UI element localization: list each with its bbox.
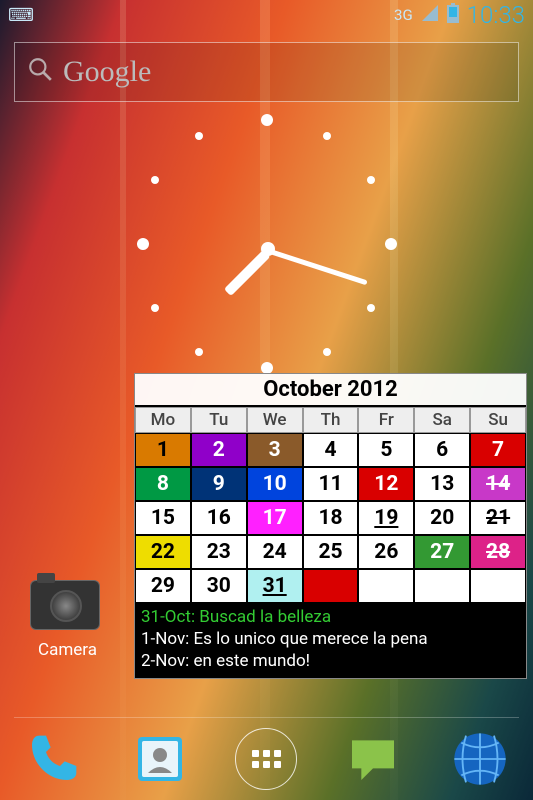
calendar-cell[interactable]: 29 [135, 569, 191, 603]
calendar-day-header: Tu [191, 407, 247, 433]
network-type: 3G [394, 6, 413, 24]
calendar-cell[interactable]: 23 [191, 535, 247, 569]
calendar-cell[interactable]: 4 [470, 569, 526, 603]
calendar-cell[interactable]: 19 [358, 501, 414, 535]
clock-tick [323, 132, 331, 140]
calendar-cell[interactable]: 17 [247, 501, 303, 535]
calendar-cell[interactable]: 21 [470, 501, 526, 535]
calendar-cell[interactable]: 4 [303, 433, 359, 467]
clock-tick-3 [385, 238, 397, 250]
calendar-cell[interactable]: 22 [135, 535, 191, 569]
calendar-cell[interactable]: 13 [414, 467, 470, 501]
clock-center [261, 242, 275, 256]
camera-icon [30, 580, 100, 630]
calendar-day-header: Sa [414, 407, 470, 433]
analog-clock-widget[interactable] [137, 118, 397, 378]
signal-icon [421, 4, 439, 27]
search-placeholder: Google [63, 55, 151, 89]
calendar-cell[interactable]: 14 [470, 467, 526, 501]
calendar-cell[interactable]: 15 [135, 501, 191, 535]
calendar-cell[interactable]: 2 [358, 569, 414, 603]
calendar-cell[interactable]: 7 [470, 433, 526, 467]
calendar-cell[interactable]: 1 [135, 433, 191, 467]
contacts-app[interactable] [129, 728, 191, 790]
calendar-event-line: 2-Nov: en este mundo! [141, 650, 520, 672]
clock-tick-9 [137, 238, 149, 250]
calendar-cell[interactable]: 25 [303, 535, 359, 569]
calendar-cell[interactable]: 27 [414, 535, 470, 569]
hour-hand [223, 249, 270, 296]
calendar-cell[interactable]: 28 [470, 535, 526, 569]
messaging-app[interactable] [342, 728, 404, 790]
wallpaper-stripe [120, 0, 126, 800]
calendar-cell[interactable]: 12 [358, 467, 414, 501]
clock-tick [195, 132, 203, 140]
clock-tick [323, 348, 331, 356]
calendar-cell[interactable]: 31 [247, 569, 303, 603]
calendar-cell[interactable]: 30 [191, 569, 247, 603]
calendar-day-header: Th [303, 407, 359, 433]
calendar-day-header: Mo [135, 407, 191, 433]
calendar-cell[interactable]: 26 [358, 535, 414, 569]
minute-hand [266, 248, 367, 285]
clock-tick-12 [261, 114, 273, 126]
calendar-cell[interactable]: 20 [414, 501, 470, 535]
calendar-widget[interactable]: October 2012 MoTuWeThFrSaSu1234567891011… [134, 373, 527, 679]
clock-tick [151, 176, 159, 184]
apps-button[interactable] [235, 728, 297, 790]
calendar-cell[interactable]: 18 [303, 501, 359, 535]
browser-app[interactable] [449, 728, 511, 790]
calendar-cell[interactable]: 2 [191, 433, 247, 467]
status-bar[interactable]: ⌨ 3G 10:33 [0, 0, 533, 30]
calendar-event-line: 31-Oct: Buscad la belleza [141, 606, 520, 628]
calendar-cell[interactable]: 24 [247, 535, 303, 569]
search-icon [27, 56, 53, 89]
calendar-day-header: Su [470, 407, 526, 433]
status-time: 10:33 [467, 1, 525, 29]
calendar-cell[interactable]: 3 [414, 569, 470, 603]
calendar-cell[interactable]: 11 [303, 467, 359, 501]
clock-tick [195, 348, 203, 356]
phone-app[interactable] [22, 728, 84, 790]
calendar-cell[interactable]: 10 [247, 467, 303, 501]
calendar-cell[interactable]: 9 [191, 467, 247, 501]
calendar-cell[interactable]: 6 [414, 433, 470, 467]
calendar-event-line: 1-Nov: Es lo unico que merece la pena [141, 628, 520, 650]
calendar-day-header: We [247, 407, 303, 433]
google-search-widget[interactable]: Google [14, 42, 519, 102]
battery-icon [447, 3, 459, 28]
clock-tick [151, 304, 159, 312]
calendar-cell[interactable]: 3 [247, 433, 303, 467]
apps-icon [235, 728, 297, 790]
calendar-cell[interactable]: 1 [303, 569, 359, 603]
calendar-title: October 2012 [135, 374, 526, 405]
keyboard-indicator-icon: ⌨ [8, 5, 34, 26]
calendar-events: 31-Oct: Buscad la belleza1-Nov: Es lo un… [135, 603, 526, 678]
camera-label: Camera [30, 640, 105, 660]
camera-shortcut[interactable]: Camera [30, 580, 105, 660]
calendar-cell[interactable]: 16 [191, 501, 247, 535]
calendar-grid: MoTuWeThFrSaSu12345678910111213141516171… [135, 405, 526, 603]
clock-tick [367, 176, 375, 184]
calendar-cell[interactable]: 8 [135, 467, 191, 501]
calendar-day-header: Fr [358, 407, 414, 433]
dock [0, 718, 533, 800]
calendar-cell[interactable]: 5 [358, 433, 414, 467]
clock-tick [367, 304, 375, 312]
